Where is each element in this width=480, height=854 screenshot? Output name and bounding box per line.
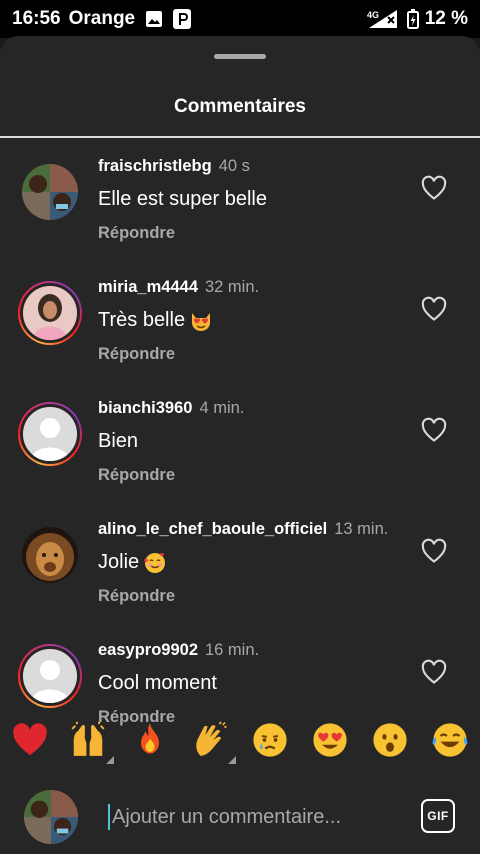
comment-text: Bien <box>98 430 139 452</box>
drag-handle[interactable] <box>214 54 266 59</box>
sheet-title: Commentaires <box>174 96 306 117</box>
comment-time: 40 s <box>218 157 250 175</box>
reply-button[interactable]: Répondre <box>98 224 408 243</box>
like-heart-icon[interactable] <box>420 174 448 202</box>
comment-username[interactable]: easypro9902 <box>98 641 198 659</box>
like-heart-icon[interactable] <box>420 416 448 444</box>
status-bar: 16:56 Orange 4G 12 % <box>0 0 480 38</box>
current-user-avatar[interactable] <box>24 790 78 844</box>
reply-button[interactable]: Répondre <box>98 466 408 485</box>
red-heart-icon[interactable] <box>10 720 50 760</box>
comment-username[interactable]: alino_le_chef_baoule_officiel <box>98 520 327 538</box>
like-heart-icon[interactable] <box>420 658 448 686</box>
comment-item: miria_m4444 32 min. Très belle Répondre <box>0 261 480 382</box>
comment-input[interactable]: Ajouter un commentaire... <box>112 804 341 830</box>
reply-button[interactable]: Répondre <box>98 345 408 364</box>
crying-face-icon[interactable] <box>250 720 290 760</box>
battery-percent: 12 % <box>424 8 468 29</box>
image-icon <box>145 10 163 28</box>
comment-text: Jolie <box>98 551 140 573</box>
status-carrier: Orange <box>68 8 136 29</box>
tears-of-joy-face-icon[interactable] <box>430 720 470 760</box>
raising-hands-icon[interactable] <box>68 720 114 764</box>
signal-icon: 4G <box>367 9 401 29</box>
network-type: 4G <box>367 10 379 20</box>
heart-eyes-cat-icon <box>192 312 211 331</box>
like-heart-icon[interactable] <box>420 295 448 323</box>
variant-indicator <box>106 756 114 764</box>
variant-indicator <box>228 756 236 764</box>
avatar-story-ring[interactable] <box>18 402 82 466</box>
comment-username[interactable]: fraischristlebg <box>98 157 212 175</box>
comment-text-row: Très belle <box>98 307 408 333</box>
comment-item: bianchi3960 4 min. Bien Répondre <box>0 382 480 503</box>
comment-username[interactable]: miria_m4444 <box>98 278 198 296</box>
comment-text-row: Jolie <box>98 549 408 575</box>
comment-time: 4 min. <box>199 399 245 417</box>
fire-icon[interactable] <box>130 720 170 760</box>
heart-eyes-face-icon[interactable] <box>310 720 350 760</box>
divider <box>0 136 480 138</box>
p-icon <box>173 9 192 29</box>
comment-text: Elle est super belle <box>98 188 267 210</box>
like-heart-icon[interactable] <box>420 537 448 565</box>
comment-list[interactable]: fraischristlebg 40 s Elle est super belle… <box>0 140 480 732</box>
comment-item: fraischristlebg 40 s Elle est super belle… <box>0 140 480 261</box>
status-time: 16:56 <box>12 8 61 29</box>
avatar <box>20 283 80 343</box>
avatar-story-ring[interactable] <box>18 281 82 345</box>
comments-sheet: Commentaires fraischristlebg 40 s Elle e… <box>0 36 480 854</box>
comment-username[interactable]: bianchi3960 <box>98 399 192 417</box>
comment-text: Cool moment <box>98 672 217 694</box>
quick-reactions-bar <box>0 696 480 786</box>
comment-text: Très belle <box>98 309 186 331</box>
smiling-face-hearts-icon <box>144 552 166 573</box>
text-cursor <box>108 804 110 830</box>
battery-charging-icon <box>406 9 419 29</box>
avatar[interactable] <box>18 160 82 224</box>
avatar <box>20 404 80 464</box>
gif-button[interactable]: GIF <box>421 799 455 833</box>
clapping-hands-icon[interactable] <box>190 720 236 764</box>
avatar[interactable] <box>18 523 82 587</box>
comment-time: 32 min. <box>205 278 260 296</box>
astonished-face-icon[interactable] <box>370 720 410 760</box>
reply-button[interactable]: Répondre <box>98 587 408 606</box>
comment-item: alino_le_chef_baoule_officiel 13 min. Jol… <box>0 503 480 624</box>
comment-composer: Ajouter un commentaire... GIF <box>0 786 480 854</box>
comment-time: 13 min. <box>334 520 389 538</box>
comment-time: 16 min. <box>205 641 260 659</box>
